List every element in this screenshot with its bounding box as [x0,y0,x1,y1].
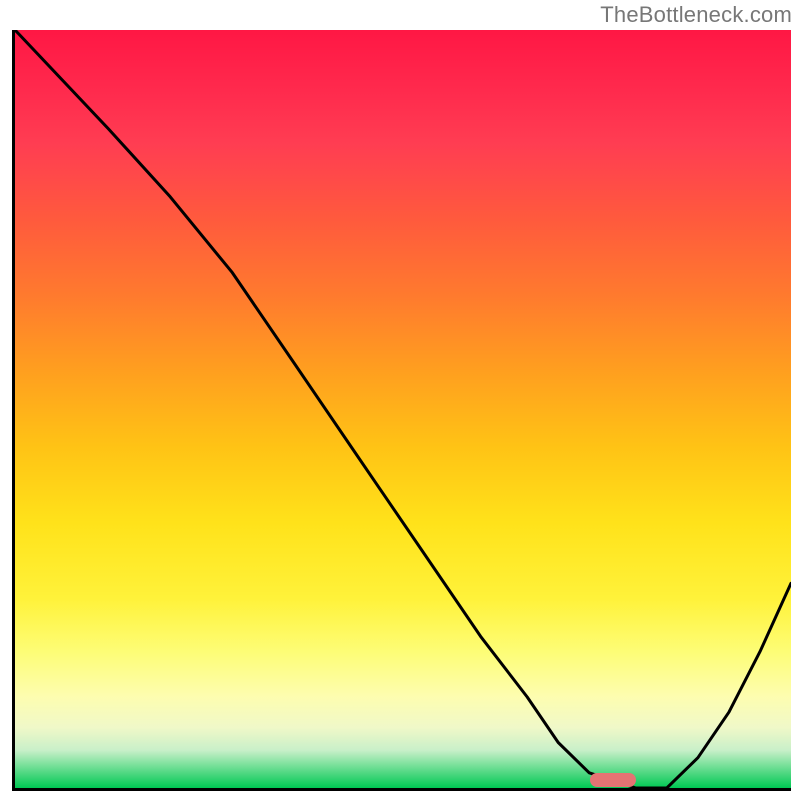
plot-area [12,30,791,791]
optimal-marker [590,773,636,787]
watermark-text: TheBottleneck.com [600,2,792,28]
chart-container: TheBottleneck.com [0,0,800,800]
bottleneck-curve [15,30,791,788]
